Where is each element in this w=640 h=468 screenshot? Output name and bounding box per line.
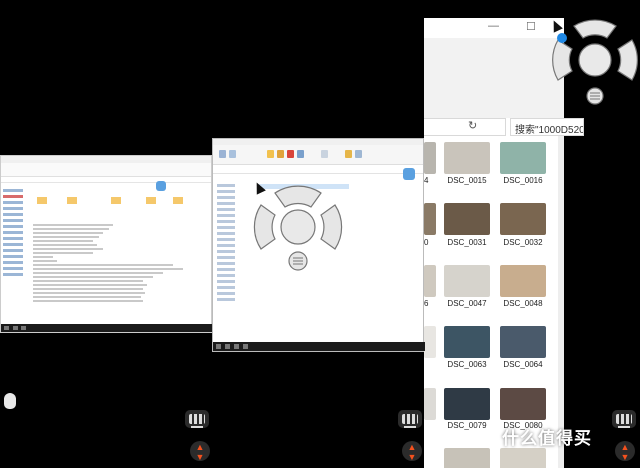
file-row[interactable] bbox=[33, 232, 103, 234]
thumbnail-image[interactable] bbox=[444, 265, 490, 297]
thumbnail-label: DSC_0032 bbox=[503, 238, 543, 247]
file-row[interactable] bbox=[33, 252, 93, 254]
thumbnail-label-partial: 6 bbox=[424, 299, 429, 308]
title-bar bbox=[1, 156, 211, 163]
thumbnail-label: DSC_0016 bbox=[503, 176, 543, 185]
thumbnail-image[interactable] bbox=[500, 326, 546, 358]
thumbnail-partial[interactable] bbox=[424, 388, 436, 420]
file-row[interactable] bbox=[33, 280, 143, 282]
thumbnail-label: DSC_0031 bbox=[447, 238, 487, 247]
thumbnail-image[interactable] bbox=[444, 142, 490, 174]
thumbnail-image[interactable] bbox=[500, 388, 546, 420]
thumbnail-partial[interactable] bbox=[424, 142, 436, 174]
ribbon bbox=[213, 145, 423, 165]
thumbnail-image[interactable] bbox=[500, 203, 546, 235]
file-row[interactable] bbox=[33, 244, 97, 246]
title-bar: — ☐ bbox=[424, 18, 564, 38]
taskbar bbox=[1, 324, 213, 332]
ribbon-button[interactable] bbox=[355, 150, 362, 158]
thumbnail-label: DSC_0048 bbox=[503, 299, 543, 308]
thumbnail-label: DSC_0015 bbox=[447, 176, 487, 185]
thumbnail-label-partial: 4 bbox=[424, 176, 429, 185]
app-icon[interactable] bbox=[403, 168, 415, 180]
keyboard-icon[interactable] bbox=[398, 410, 422, 428]
thumbnail-label-partial: 0 bbox=[424, 238, 429, 247]
folder-icon[interactable] bbox=[111, 197, 121, 204]
thumbnail-image[interactable] bbox=[444, 388, 490, 420]
ribbon-button[interactable] bbox=[277, 150, 284, 158]
folder-icon[interactable] bbox=[37, 197, 47, 204]
address-bar[interactable] bbox=[1, 177, 211, 183]
ribbon-button[interactable] bbox=[267, 150, 274, 158]
ribbon-button[interactable] bbox=[345, 150, 352, 158]
file-row[interactable] bbox=[33, 248, 103, 250]
app-icon[interactable] bbox=[156, 181, 166, 191]
ribbon-area bbox=[424, 38, 564, 118]
thumbnail-label: DSC_0063 bbox=[447, 360, 487, 369]
keyboard-icon[interactable] bbox=[612, 410, 636, 428]
file-row[interactable] bbox=[33, 272, 163, 274]
explorer-window-left bbox=[0, 155, 213, 333]
file-row[interactable] bbox=[33, 276, 153, 278]
up-down-arrows-icon[interactable]: ▲ ▼ bbox=[402, 441, 422, 462]
ribbon-button[interactable] bbox=[229, 150, 236, 158]
file-row[interactable] bbox=[33, 260, 57, 262]
navigation-pane bbox=[3, 186, 29, 279]
maximize-icon[interactable]: ☐ bbox=[526, 20, 536, 33]
up-down-arrows-icon[interactable]: ▲ ▼ bbox=[190, 441, 210, 462]
file-row[interactable] bbox=[33, 256, 53, 258]
file-row[interactable] bbox=[33, 284, 147, 286]
ribbon-button[interactable] bbox=[287, 150, 294, 158]
watermark-text: 什么值得买 bbox=[502, 429, 592, 448]
thumbnail-image[interactable] bbox=[500, 265, 546, 297]
thumbnail-image[interactable] bbox=[444, 448, 490, 468]
folder-icon[interactable] bbox=[67, 197, 77, 204]
thumbnail-image[interactable] bbox=[500, 448, 546, 468]
file-row[interactable] bbox=[33, 268, 183, 270]
thumbnail-partial[interactable] bbox=[424, 326, 436, 358]
scrollbar[interactable] bbox=[558, 136, 564, 468]
screen: — ☐ ↻ 搜索"1000D5200" 4 0 6 DSC_0015 DSC_0… bbox=[0, 0, 640, 468]
folder-icon[interactable] bbox=[173, 197, 183, 204]
gamepad-overlay-icon[interactable] bbox=[253, 183, 343, 273]
thumbnail-partial[interactable] bbox=[424, 265, 436, 297]
ribbon-button[interactable] bbox=[297, 150, 304, 158]
mouse-icon[interactable] bbox=[4, 393, 16, 409]
address-bar[interactable] bbox=[213, 165, 423, 174]
file-row[interactable] bbox=[33, 228, 109, 230]
taskbar bbox=[213, 342, 425, 351]
thumbnail-label: DSC_0064 bbox=[503, 360, 543, 369]
file-row[interactable] bbox=[33, 240, 93, 242]
thumbnail-image[interactable] bbox=[444, 203, 490, 235]
navigation-pane bbox=[217, 181, 247, 304]
refresh-icon[interactable]: ↻ bbox=[468, 119, 477, 132]
gamepad-overlay-icon[interactable] bbox=[552, 16, 638, 108]
file-row[interactable] bbox=[33, 224, 113, 226]
search-input[interactable]: 搜索"1000D5200" bbox=[510, 118, 584, 136]
folder-icon[interactable] bbox=[146, 197, 156, 204]
file-row[interactable] bbox=[33, 264, 173, 266]
thumbnail-partial[interactable] bbox=[424, 203, 436, 235]
keyboard-icon[interactable] bbox=[185, 410, 209, 428]
thumbnail-image[interactable] bbox=[444, 326, 490, 358]
thumbnail-label: DSC_0047 bbox=[447, 299, 487, 308]
file-row[interactable] bbox=[33, 292, 145, 294]
watermark-logo: 值 bbox=[476, 428, 496, 448]
file-row[interactable] bbox=[33, 296, 141, 298]
ribbon-button[interactable] bbox=[321, 150, 328, 158]
minimize-icon[interactable]: — bbox=[488, 20, 499, 32]
thumbnail-image[interactable] bbox=[500, 142, 546, 174]
ribbon-button[interactable] bbox=[219, 150, 226, 158]
file-row[interactable] bbox=[33, 300, 143, 302]
close-icon[interactable] bbox=[557, 33, 567, 43]
ribbon bbox=[1, 163, 211, 177]
file-row[interactable] bbox=[33, 288, 143, 290]
up-down-arrows-icon[interactable]: ▲ ▼ bbox=[615, 441, 635, 462]
address-bar[interactable] bbox=[424, 118, 506, 136]
file-row[interactable] bbox=[33, 236, 99, 238]
